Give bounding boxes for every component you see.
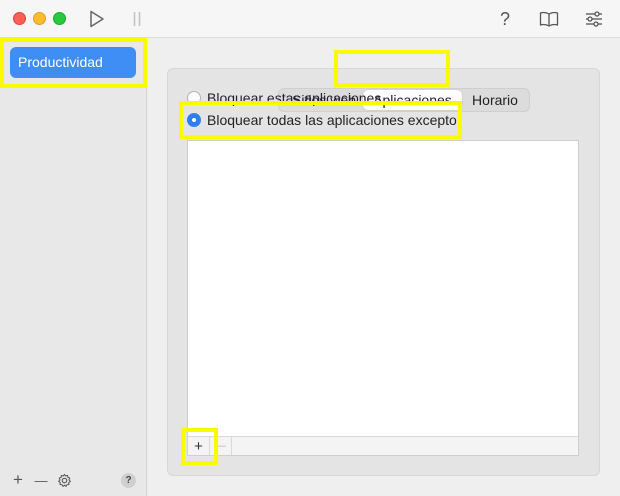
add-profile-button[interactable]: + bbox=[10, 470, 26, 490]
help-icon[interactable]: ? bbox=[494, 8, 516, 30]
highlight-box bbox=[334, 50, 450, 87]
add-label: + bbox=[13, 470, 23, 489]
minimize-window-button[interactable] bbox=[33, 12, 46, 25]
sidebar-help-button[interactable]: ? bbox=[121, 473, 136, 488]
highlight-box bbox=[0, 38, 147, 88]
gear-icon[interactable] bbox=[55, 470, 73, 490]
highlight-box bbox=[179, 101, 462, 139]
close-window-button[interactable] bbox=[13, 12, 26, 25]
tab-label: Horario bbox=[472, 92, 518, 108]
applications-list[interactable]: + — bbox=[187, 140, 579, 456]
app-window: ? Productividad + — ? Sitios web Aplicac… bbox=[0, 0, 620, 496]
zoom-window-button[interactable] bbox=[53, 12, 66, 25]
tab-horario[interactable]: Horario bbox=[461, 89, 529, 111]
remove-profile-button[interactable]: — bbox=[32, 470, 50, 490]
sidebar-bottom-bar: + — ? bbox=[0, 470, 147, 492]
toolbar: ? bbox=[0, 0, 620, 38]
sidebar: Productividad + — ? bbox=[0, 38, 147, 496]
help-label: ? bbox=[125, 475, 132, 486]
remove-label: — bbox=[34, 472, 48, 488]
help-label: ? bbox=[499, 8, 510, 29]
book-icon[interactable] bbox=[538, 8, 560, 30]
list-button-bar: + — bbox=[188, 436, 578, 455]
play-icon[interactable] bbox=[86, 8, 108, 30]
highlight-box bbox=[181, 428, 218, 465]
pause-icon[interactable] bbox=[126, 8, 148, 30]
sliders-icon[interactable] bbox=[583, 8, 605, 30]
